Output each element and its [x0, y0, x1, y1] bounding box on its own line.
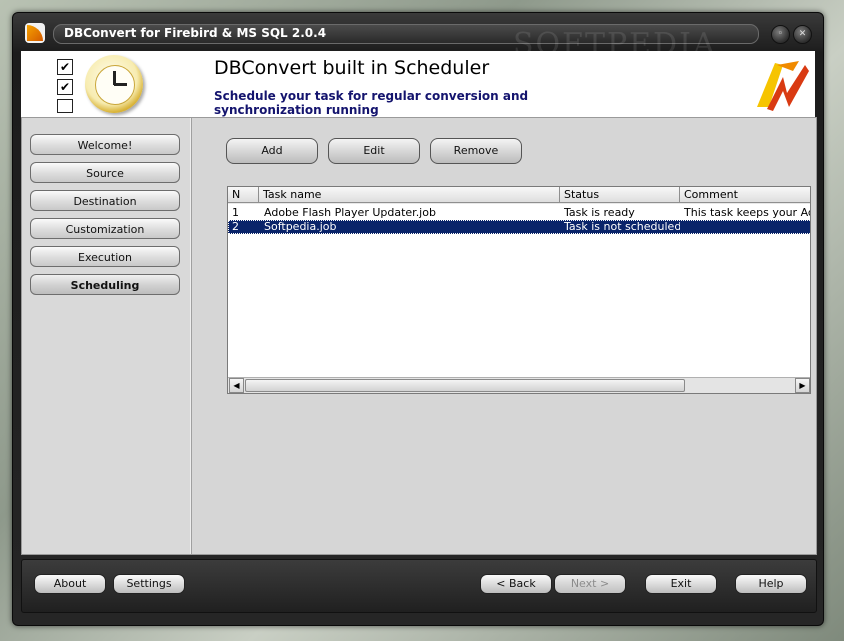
horizontal-scrollbar[interactable]: ◀ ▶ [228, 377, 810, 393]
window-title: DBConvert for Firebird & MS SQL 2.0.4 [64, 26, 327, 40]
scheduler-panel: Add Edit Remove N Task name Status Comme… [194, 118, 816, 554]
sidebar-item-destination[interactable]: Destination [30, 190, 180, 211]
header-title: DBConvert built in Scheduler [214, 57, 490, 79]
content-area: Welcome! Source Destination Customizatio… [21, 117, 817, 555]
about-button[interactable]: About [34, 574, 106, 594]
row-comment: This task keeps your Adobe [684, 206, 810, 219]
row-number: 1 [232, 206, 239, 219]
sidebar-item-customization[interactable]: Customization [30, 218, 180, 239]
row-task-name: Adobe Flash Player Updater.job [264, 206, 436, 219]
remove-task-button[interactable]: Remove [430, 138, 522, 164]
header-banner: ✔ ✔ DBConvert built in Scheduler Schedul… [21, 51, 815, 118]
dbconvert-app-icon[interactable] [25, 23, 45, 43]
app-window: DBConvert for Firebird & MS SQL 2.0.4 SO… [12, 12, 824, 626]
scroll-left-icon[interactable]: ◀ [229, 378, 244, 393]
header-checkbox-1: ✔ [57, 59, 73, 75]
column-header-status[interactable]: Status [560, 187, 680, 203]
row-number: 2 [232, 220, 239, 233]
title-bar[interactable]: DBConvert for Firebird & MS SQL 2.0.4 SO… [13, 13, 823, 62]
sidebar-item-welcome[interactable]: Welcome! [30, 134, 180, 155]
table-row[interactable]: 1 Adobe Flash Player Updater.job Task is… [228, 206, 810, 220]
sidebar-item-execution[interactable]: Execution [30, 246, 180, 267]
header-checkbox-3 [57, 99, 73, 113]
scroll-right-icon[interactable]: ▶ [795, 378, 810, 393]
sidebar-item-source[interactable]: Source [30, 162, 180, 183]
back-button[interactable]: < Back [480, 574, 552, 594]
header-checkbox-2: ✔ [57, 79, 73, 95]
add-task-button[interactable]: Add [226, 138, 318, 164]
clock-icon [85, 55, 143, 113]
scrollbar-thumb[interactable] [245, 379, 685, 392]
column-header-n[interactable]: N [228, 187, 259, 203]
column-header-task-name[interactable]: Task name [259, 187, 560, 203]
settings-button[interactable]: Settings [113, 574, 185, 594]
next-button[interactable]: Next > [554, 574, 626, 594]
sidebar-item-scheduling[interactable]: Scheduling [30, 274, 180, 295]
edit-task-button[interactable]: Edit [328, 138, 420, 164]
close-button[interactable]: ✕ [793, 25, 812, 44]
header-subtitle: Schedule your task for regular conversio… [214, 89, 529, 117]
dbconvert-logo-icon [757, 61, 809, 111]
column-header-comment[interactable]: Comment [680, 187, 810, 203]
footer-bar: About Settings < Back Next > Exit Help [21, 559, 817, 613]
task-list[interactable]: N Task name Status Comment 1 Adobe Flash… [227, 186, 811, 394]
wizard-sidebar: Welcome! Source Destination Customizatio… [22, 118, 191, 554]
task-list-header: N Task name Status Comment [228, 187, 810, 204]
row-task-name: Softpedia.job [264, 220, 337, 233]
table-row-selected[interactable]: 2 Softpedia.job Task is not scheduled [228, 220, 810, 234]
help-button[interactable]: Help [735, 574, 807, 594]
row-status: Task is ready [564, 206, 635, 219]
minimize-button[interactable]: ◦ [771, 25, 790, 44]
row-status: Task is not scheduled [564, 220, 680, 233]
exit-button[interactable]: Exit [645, 574, 717, 594]
